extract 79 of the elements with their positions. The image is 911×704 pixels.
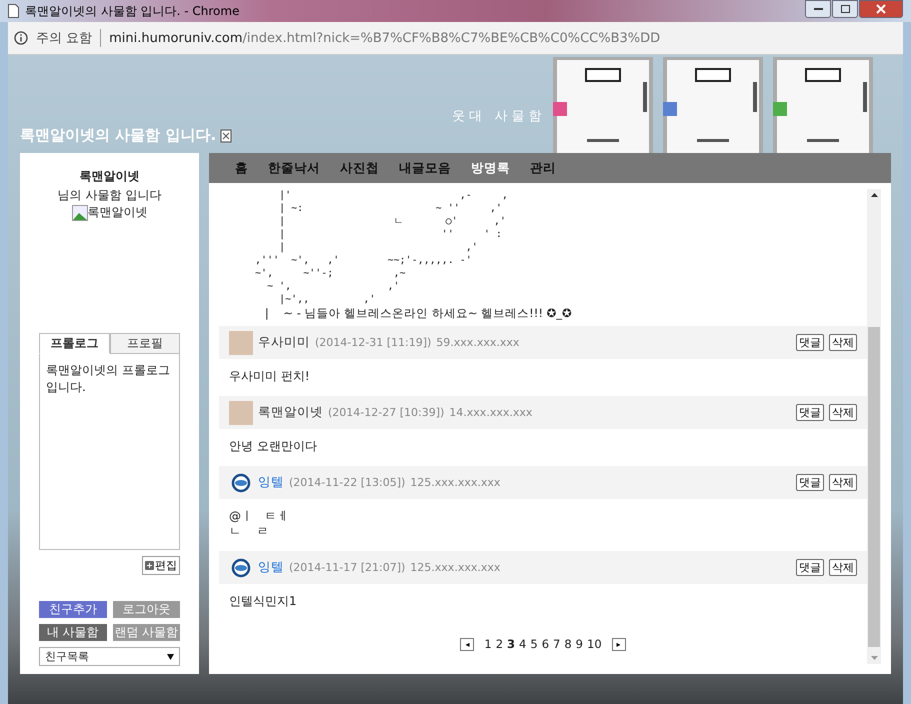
post-text: ㄴ ㄹ bbox=[229, 524, 270, 539]
delete-button[interactable]: 삭제 bbox=[829, 404, 857, 421]
close-icon bbox=[876, 4, 886, 14]
post-author[interactable]: 잉텔 bbox=[258, 474, 284, 491]
nav-link[interactable]: 내글모음 bbox=[399, 160, 451, 176]
page-link[interactable]: 6 bbox=[542, 637, 550, 651]
plus-icon bbox=[145, 561, 154, 570]
page-link[interactable]: 9 bbox=[576, 637, 583, 651]
page-link[interactable]: 3 bbox=[507, 637, 516, 651]
page-link[interactable]: 1 bbox=[484, 637, 492, 651]
post-date: (2014-11-22 [13:05]) bbox=[289, 476, 406, 489]
post-text: @ㅣ ㅌㅔ bbox=[229, 509, 290, 524]
globe-logo-icon bbox=[231, 558, 251, 578]
profile-action-button[interactable]: 내 사물함 bbox=[39, 624, 106, 641]
next-page-button[interactable]: ▸ bbox=[612, 638, 626, 650]
post-ip: 14.xxx.xxx.xxx bbox=[449, 406, 532, 419]
security-label: 주의 요함 bbox=[36, 29, 102, 47]
scrollbar[interactable] bbox=[867, 189, 881, 664]
delete-button[interactable]: 삭제 bbox=[829, 474, 857, 491]
post-author[interactable]: 잉텔 bbox=[258, 559, 284, 576]
post-date: (2014-12-27 [10:39]) bbox=[328, 406, 444, 419]
maximize-icon bbox=[840, 5, 850, 13]
nav-link[interactable]: 사진첩 bbox=[340, 160, 379, 176]
dropdown-arrow-icon bbox=[167, 654, 174, 660]
edit-button[interactable]: 편집 bbox=[142, 556, 180, 575]
post-text: 우사미미 펀치! bbox=[229, 369, 311, 384]
post-ip: 125.xxx.xxx.xxx bbox=[410, 476, 500, 489]
post-ip: 59.xxx.xxx.xxx bbox=[436, 336, 520, 349]
profile-tab[interactable]: 프로필 bbox=[110, 333, 180, 354]
post-date: (2014-12-31 [11:19]) bbox=[315, 336, 432, 349]
site-title: 록맨알이넷의 사물함 입니다. bbox=[20, 126, 216, 145]
banner-logo-text: 웃대 사물함 bbox=[452, 108, 546, 125]
reply-button[interactable]: 댓글 bbox=[796, 334, 824, 351]
delete-button[interactable]: 삭제 bbox=[829, 559, 857, 576]
reply-button[interactable]: 댓글 bbox=[796, 474, 824, 491]
prologue-text: 록맨알이넷의 프롤로그 입니다. bbox=[39, 354, 180, 550]
scroll-up-icon bbox=[870, 193, 878, 197]
maximize-button[interactable] bbox=[832, 0, 858, 18]
avatar-picture bbox=[229, 400, 253, 424]
post-text: 안녕 오랜만이다 bbox=[229, 439, 318, 454]
document-icon bbox=[8, 4, 19, 18]
globe-logo-icon bbox=[231, 472, 251, 492]
page-link[interactable]: 8 bbox=[564, 637, 572, 651]
profile-image-alt: 록맨알이넷 bbox=[88, 204, 148, 221]
nav-link[interactable]: 홈 bbox=[235, 160, 248, 176]
previous-page-button[interactable]: ◂ bbox=[460, 638, 474, 650]
page-link[interactable]: 5 bbox=[530, 637, 538, 651]
minimize-icon bbox=[814, 8, 822, 10]
post-ip: 125.xxx.xxx.xxx bbox=[410, 561, 500, 574]
page-link[interactable]: 10 bbox=[587, 637, 602, 651]
nav-link[interactable]: 한줄낙서 bbox=[268, 160, 320, 176]
nickname: 록맨알이넷 bbox=[80, 168, 140, 185]
post-text: 인텔식민지1 bbox=[229, 594, 298, 609]
info-icon bbox=[14, 31, 28, 45]
scroll-down-icon bbox=[870, 656, 878, 660]
post-author[interactable]: 록맨알이넷 bbox=[258, 404, 323, 421]
delete-button[interactable]: 삭제 bbox=[829, 334, 857, 351]
page-link[interactable]: 7 bbox=[553, 637, 560, 651]
close-button[interactable] bbox=[859, 0, 903, 18]
post-date: (2014-11-17 [21:07]) bbox=[289, 561, 406, 574]
profile-subtitle: 님의 사물함 입니다 bbox=[58, 187, 162, 204]
ascii-art-caption: | ~ - 님들아 헬브레스온라인 하세요~ 헬브레스!!! ✪_✪ bbox=[264, 306, 573, 320]
profile-tab[interactable]: 프롤로그 bbox=[39, 333, 110, 354]
ascii-art: |' ,- , | ~: ~ '' ,' | ㄴ ○' ,' | '' ' : | ,' ,''' ~', ,' ~~;'-,,,,,. -' ~', ~''-; ,~ ~ ', ,' |~',, ,' bbox=[254, 189, 509, 306]
nav-link[interactable]: 관리 bbox=[530, 160, 556, 176]
friends-dropdown[interactable]: 친구목록 bbox=[39, 647, 180, 666]
page-link[interactable]: 4 bbox=[519, 637, 526, 651]
window-title: 록맨알이넷의 사물함 입니다. - Chrome bbox=[25, 2, 240, 20]
profile-action-button[interactable]: 친구추가 bbox=[39, 601, 106, 618]
nav-link[interactable]: 방명록 bbox=[471, 160, 510, 176]
broken-image-icon bbox=[72, 204, 88, 220]
minimize-button[interactable] bbox=[805, 0, 831, 18]
url-text: mini.humoruniv.com/index.html?nick=%B7%CF%B8%C7%BE%CB%C0%CC%B3%DD bbox=[109, 30, 660, 46]
page-link[interactable]: 2 bbox=[496, 637, 504, 651]
avatar-picture bbox=[229, 330, 253, 354]
address-bar[interactable]: 주의 요함 mini.humoruniv.com/index.html?nick=%B7%CF%B8%C7%BE%CB%C0%CC%B3%DD bbox=[8, 22, 903, 55]
reply-button[interactable]: 댓글 bbox=[796, 559, 824, 576]
reply-button[interactable]: 댓글 bbox=[796, 404, 824, 421]
post-author[interactable]: 우사미미 bbox=[258, 334, 310, 351]
